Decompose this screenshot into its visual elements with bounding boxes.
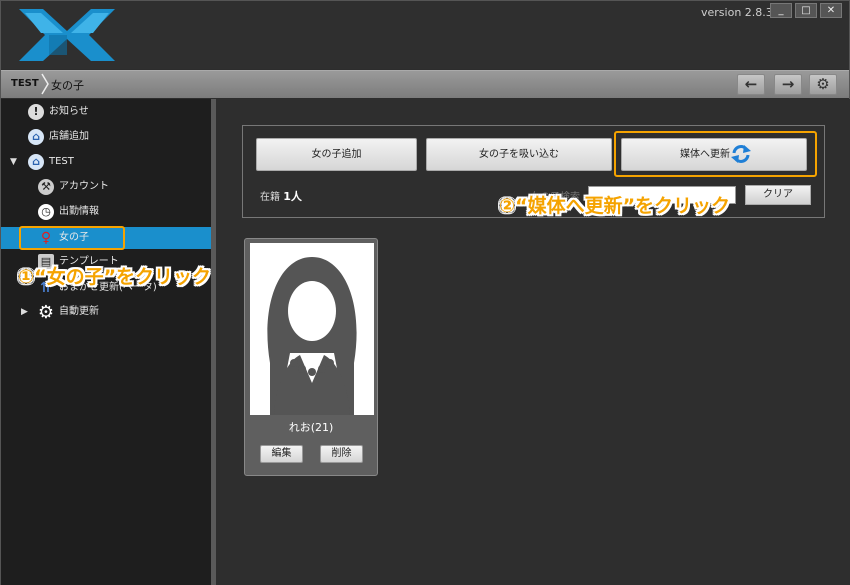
sidebar-item-auto-update[interactable]: ▶ ⚙ 自動更新 <box>1 301 211 323</box>
female-avatar-icon <box>250 243 374 415</box>
close-button[interactable]: ✕ <box>820 3 842 18</box>
annotation-step-1: ①“女の子”をクリック <box>18 266 212 288</box>
girl-card[interactable]: れお(21) 編集 削除 <box>244 238 378 476</box>
back-arrow-icon[interactable]: ← <box>737 74 765 95</box>
settings-gear-icon[interactable]: ⚙ <box>809 74 837 95</box>
delete-button[interactable]: 削除 <box>320 445 363 463</box>
sidebar-item-notice[interactable]: ! お知らせ <box>1 101 211 123</box>
breadcrumb: TEST 女の子 ← → ⚙ <box>1 70 849 98</box>
expanded-triangle-icon[interactable]: ▼ <box>10 151 17 173</box>
annotation-step-2: ②“媒体へ更新”をクリック <box>499 195 731 217</box>
title-bar: version 2.8.3 _ □ ✕ <box>1 1 849 69</box>
sidebar-item-add-store[interactable]: ⌂ 店舗追加 <box>1 126 211 148</box>
sidebar-item-account[interactable]: ⚒ アカウント <box>1 176 211 198</box>
app-window: version 2.8.3 _ □ ✕ TEST 女の子 ← → ⚙ ! お知ら… <box>0 0 850 585</box>
enrolled-count: 在籍 1人 <box>260 190 302 203</box>
breadcrumb-separator-icon <box>41 73 49 95</box>
clear-button[interactable]: クリア <box>745 185 811 205</box>
sidebar-item-test[interactable]: ▼ ⌂ TEST <box>1 151 211 173</box>
breadcrumb-current: 女の子 <box>51 79 84 92</box>
wrench-icon: ⚒ <box>38 179 54 195</box>
breadcrumb-root[interactable]: TEST <box>11 78 39 89</box>
forward-arrow-icon[interactable]: → <box>774 74 802 95</box>
add-girl-button[interactable]: 女の子追加 <box>256 138 417 171</box>
highlight-update-media <box>614 131 817 177</box>
home-icon: ⌂ <box>28 154 44 170</box>
sidebar-item-attendance[interactable]: ◷ 出勤情報 <box>1 201 211 223</box>
maximize-button[interactable]: □ <box>795 3 817 18</box>
enrolled-count-value: 1人 <box>283 190 302 203</box>
clock-icon: ◷ <box>38 204 54 220</box>
exclamation-icon: ! <box>28 104 44 120</box>
collapsed-triangle-icon[interactable]: ▶ <box>21 301 28 323</box>
edit-button[interactable]: 編集 <box>260 445 303 463</box>
gear-icon: ⚙ <box>37 302 55 323</box>
app-logo <box>19 9 115 61</box>
import-girl-button[interactable]: 女の子を吸い込む <box>426 138 612 171</box>
home-add-icon: ⌂ <box>28 129 44 145</box>
minimize-button[interactable]: _ <box>770 3 792 18</box>
version-label: version 2.8.3 <box>701 6 773 19</box>
highlight-sidebar-girls <box>19 226 125 250</box>
girl-name: れお(21) <box>288 421 334 434</box>
